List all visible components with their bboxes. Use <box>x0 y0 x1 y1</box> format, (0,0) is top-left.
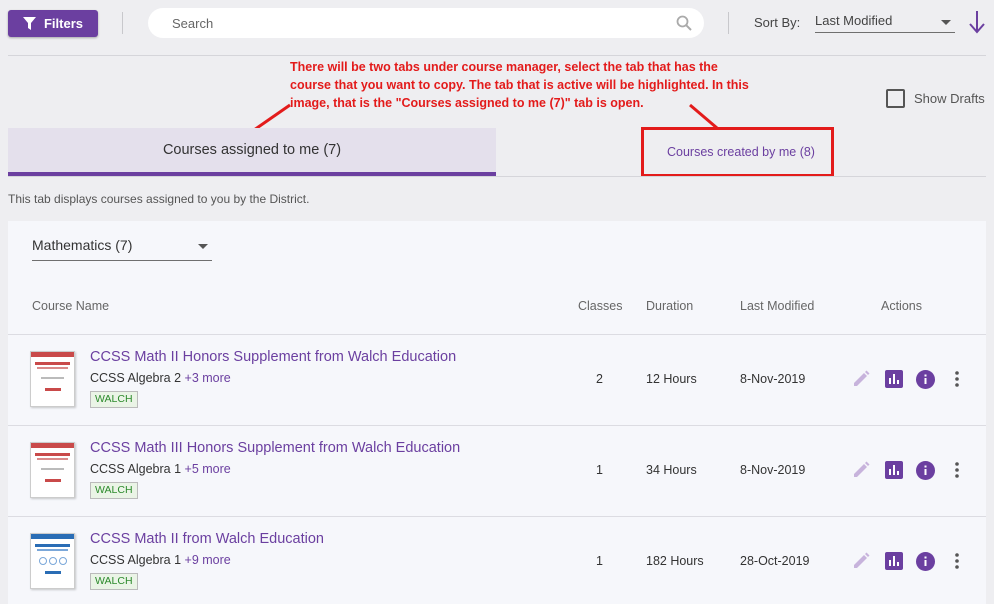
course-subject: CCSS Algebra 2 +3 more <box>90 371 231 385</box>
header-classes: Classes <box>578 299 623 313</box>
course-subject-name: CCSS Algebra 1 <box>90 553 182 567</box>
tab-label: Courses assigned to me (7) <box>162 142 342 158</box>
report-icon[interactable] <box>885 461 903 479</box>
course-name-link[interactable]: CCSS Math III Honors Supplement from Wal… <box>90 440 460 456</box>
report-icon[interactable] <box>885 370 903 388</box>
last-modified: 8-Nov-2019 <box>740 372 806 386</box>
more-vert-icon[interactable] <box>952 461 962 479</box>
course-thumbnail[interactable] <box>30 533 75 589</box>
course-thumbnail[interactable] <box>30 351 75 407</box>
show-drafts-label: Show Drafts <box>914 91 985 106</box>
header-actions: Actions <box>881 299 922 313</box>
classes-count: 1 <box>596 463 603 477</box>
info-icon[interactable] <box>916 552 935 571</box>
course-list-panel: Mathematics (7) Course Name Classes Dura… <box>8 221 986 604</box>
chevron-down-icon <box>198 244 208 249</box>
tab-courses-created[interactable]: Courses created by me (8) <box>496 128 986 176</box>
publisher-tag: WALCH <box>90 391 138 408</box>
publisher-tag: WALCH <box>90 482 138 499</box>
duration: 12 Hours <box>646 372 697 386</box>
info-icon[interactable] <box>916 461 935 480</box>
last-modified: 8-Nov-2019 <box>740 463 806 477</box>
course-subject: CCSS Algebra 1 +5 more <box>90 462 231 476</box>
publisher-tag: WALCH <box>90 573 138 590</box>
more-subjects-link[interactable]: +5 more <box>185 462 231 476</box>
edit-icon[interactable] <box>852 370 870 388</box>
header-course-name: Course Name <box>32 299 110 313</box>
edit-icon[interactable] <box>852 552 870 570</box>
report-icon[interactable] <box>885 552 903 570</box>
course-name-link[interactable]: CCSS Math II from Walch Education <box>90 531 324 547</box>
table-row: CCSS Math III Honors Supplement from Wal… <box>8 425 986 516</box>
tab-description: This tab displays courses assigned to yo… <box>8 192 310 206</box>
more-subjects-link[interactable]: +3 more <box>185 371 231 385</box>
course-thumbnail[interactable] <box>30 442 75 498</box>
edit-icon[interactable] <box>852 461 870 479</box>
more-vert-icon[interactable] <box>952 370 962 388</box>
subject-value: Mathematics (7) <box>32 237 133 253</box>
classes-count: 2 <box>596 372 603 386</box>
more-subjects-link[interactable]: +9 more <box>185 553 231 567</box>
tabs-divider <box>8 176 986 177</box>
last-modified: 28-Oct-2019 <box>740 554 810 568</box>
subject-select[interactable]: Mathematics (7) <box>32 237 212 261</box>
header-last-modified: Last Modified <box>740 299 815 313</box>
duration: 34 Hours <box>646 463 697 477</box>
info-icon[interactable] <box>916 370 935 389</box>
course-name-link[interactable]: CCSS Math II Honors Supplement from Walc… <box>90 349 456 365</box>
show-drafts-toggle[interactable]: Show Drafts <box>886 89 985 108</box>
header-duration: Duration <box>646 299 694 313</box>
course-subject-name: CCSS Algebra 1 <box>90 462 182 476</box>
table-row: CCSS Math II from Walch Education CCSS A… <box>8 516 986 604</box>
tab-courses-assigned[interactable]: Courses assigned to me (7) <box>8 128 496 176</box>
table-row: CCSS Math II Honors Supplement from Walc… <box>8 334 986 425</box>
classes-count: 1 <box>596 554 603 568</box>
show-drafts-checkbox[interactable] <box>886 89 905 108</box>
tab-label: Courses created by me (8) <box>667 145 815 159</box>
course-subject: CCSS Algebra 1 +9 more <box>90 553 231 567</box>
duration: 182 Hours <box>646 554 704 568</box>
course-subject-name: CCSS Algebra 2 <box>90 371 182 385</box>
more-vert-icon[interactable] <box>952 552 962 570</box>
